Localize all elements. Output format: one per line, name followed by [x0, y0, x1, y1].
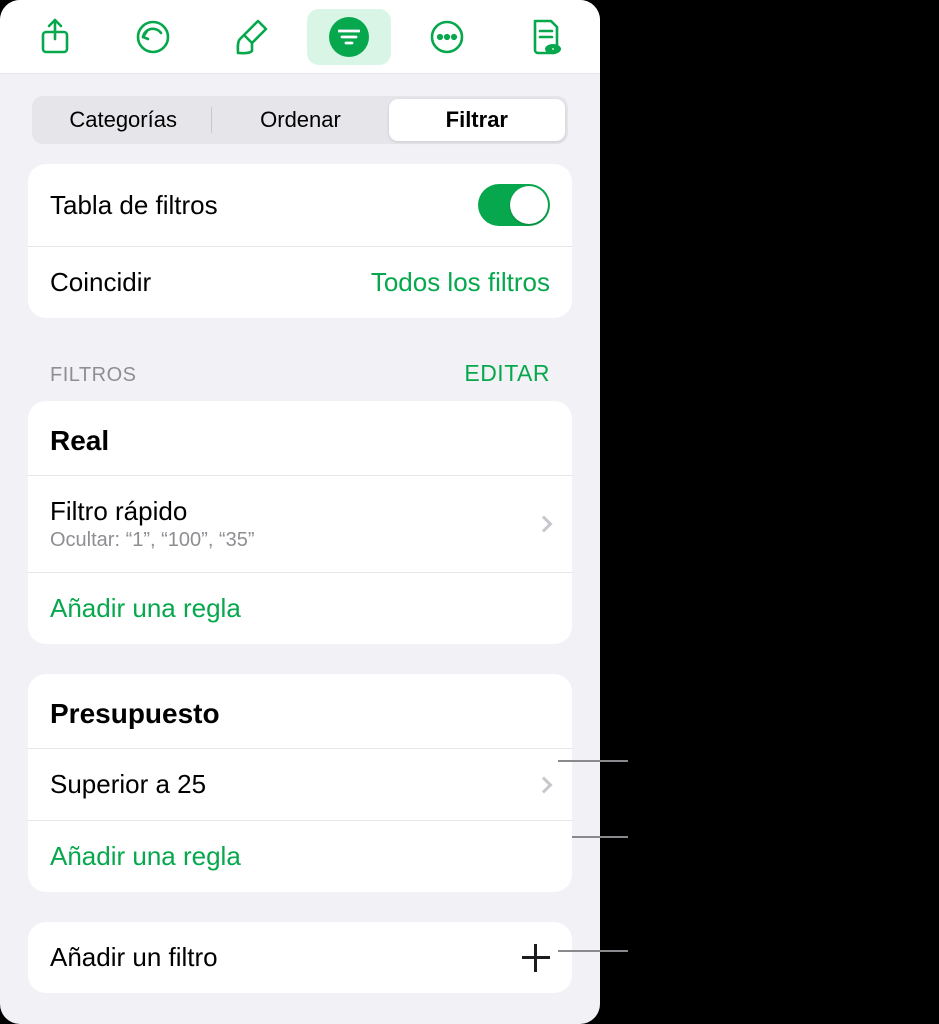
more-circle-icon	[427, 17, 467, 57]
filter-panel: Categorías Ordenar Filtrar Tabla de filt…	[0, 0, 600, 1024]
share-icon	[38, 17, 72, 57]
quick-filter-row[interactable]: Filtro rápido Ocultar: “1”, “100”, “35”	[28, 475, 572, 572]
tab-filter[interactable]: Filtrar	[389, 99, 565, 141]
toolbar	[0, 0, 600, 74]
callout-line	[558, 760, 628, 762]
segmented-control: Categorías Ordenar Filtrar	[32, 96, 568, 144]
callout-line	[572, 836, 628, 838]
filters-section-title: FILTROS	[50, 364, 136, 387]
filter-table-row: Tabla de filtros	[28, 164, 572, 246]
tab-categories[interactable]: Categorías	[35, 99, 211, 141]
match-label: Coincidir	[50, 267, 371, 298]
format-button[interactable]	[209, 9, 293, 65]
group-real-header: Real	[28, 401, 572, 475]
add-rule-budget-label: Añadir una regla	[50, 841, 241, 872]
quick-filter-stack: Filtro rápido Ocultar: “1”, “100”, “35”	[50, 496, 528, 552]
add-rule-budget-row[interactable]: Añadir una regla	[28, 820, 572, 892]
organize-button[interactable]	[307, 9, 391, 65]
chevron-right-icon	[536, 516, 553, 533]
filter-lines-icon	[329, 17, 369, 57]
group-real-title: Real	[50, 425, 109, 457]
segmented-control-wrap: Categorías Ordenar Filtrar	[0, 74, 600, 154]
filter-table-toggle[interactable]	[478, 184, 550, 226]
filters-section-header: FILTROS EDITAR	[50, 360, 550, 387]
undo-button[interactable]	[111, 9, 195, 65]
filter-settings-card: Tabla de filtros Coincidir Todos los fil…	[28, 164, 572, 318]
document-eye-icon	[527, 17, 563, 57]
plus-icon	[522, 944, 550, 972]
filters-edit-button[interactable]: EDITAR	[464, 360, 550, 387]
quick-filter-label: Filtro rápido	[50, 496, 528, 527]
add-rule-real-row[interactable]: Añadir una regla	[28, 572, 572, 644]
add-filter-label: Añadir un filtro	[50, 942, 522, 973]
paintbrush-icon	[232, 17, 270, 57]
tab-sort[interactable]: Ordenar	[212, 99, 388, 141]
group-budget-header: Presupuesto	[28, 674, 572, 748]
add-filter-row[interactable]: Añadir un filtro	[28, 922, 572, 993]
add-rule-real-label: Añadir una regla	[50, 593, 241, 624]
chevron-right-icon	[536, 776, 553, 793]
filter-group-budget: Presupuesto Superior a 25 Añadir una reg…	[28, 674, 572, 892]
add-filter-card: Añadir un filtro	[28, 922, 572, 993]
group-budget-title: Presupuesto	[50, 698, 220, 730]
match-row[interactable]: Coincidir Todos los filtros	[28, 246, 572, 318]
document-view-button[interactable]	[503, 9, 587, 65]
undo-icon	[133, 17, 173, 57]
filter-table-label: Tabla de filtros	[50, 190, 478, 221]
more-button[interactable]	[405, 9, 489, 65]
match-value: Todos los filtros	[371, 267, 550, 298]
budget-rule-label: Superior a 25	[50, 769, 528, 800]
toggle-knob	[510, 186, 548, 224]
share-button[interactable]	[13, 9, 97, 65]
budget-rule-row[interactable]: Superior a 25	[28, 748, 572, 820]
filter-group-real: Real Filtro rápido Ocultar: “1”, “100”, …	[28, 401, 572, 644]
quick-filter-subtitle: Ocultar: “1”, “100”, “35”	[50, 529, 528, 552]
callout-line	[558, 950, 628, 952]
